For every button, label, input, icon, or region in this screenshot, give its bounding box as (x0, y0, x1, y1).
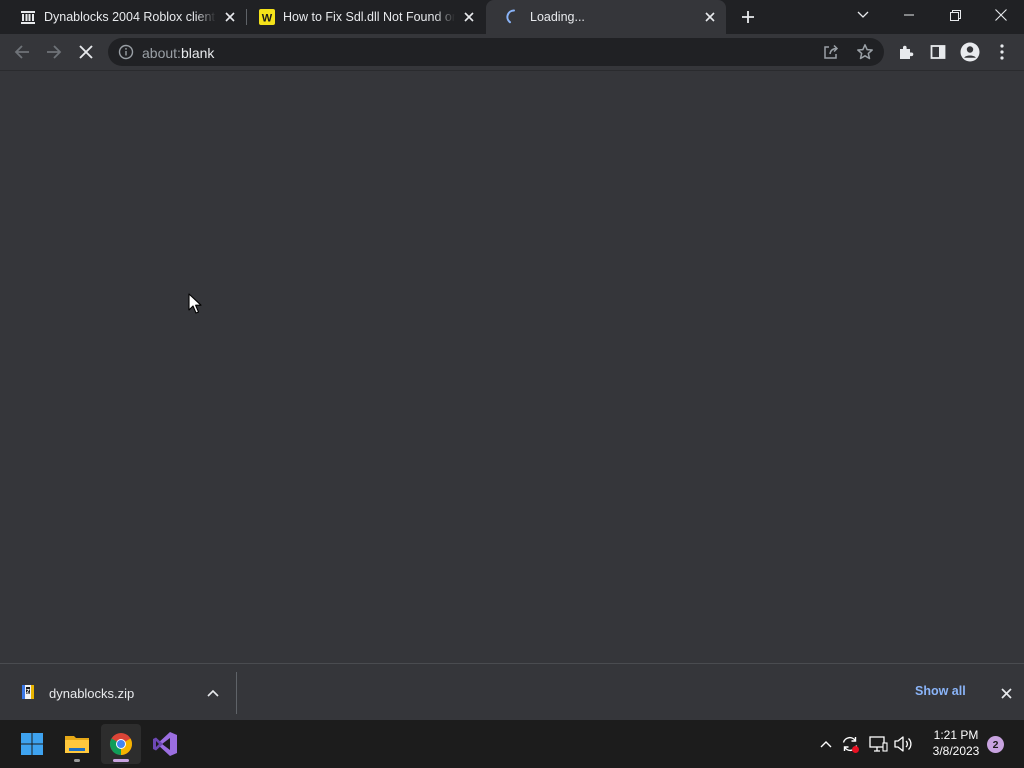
volume-tray-button[interactable] (893, 734, 913, 754)
address-bar[interactable]: about:blank (108, 38, 884, 66)
zip-file-icon: Z (20, 684, 36, 700)
file-explorer-app[interactable] (57, 724, 97, 764)
address-text[interactable]: about:blank (142, 45, 214, 61)
archive-org-icon (20, 9, 36, 25)
mouse-cursor-icon (188, 293, 202, 314)
file-explorer-icon (65, 736, 89, 753)
extensions-button[interactable] (892, 38, 920, 66)
show-hidden-icons-button[interactable] (816, 734, 836, 754)
restore-button[interactable] (932, 0, 978, 30)
download-item[interactable]: Z dynablocks.zip (0, 664, 236, 720)
side-panel-icon (930, 45, 946, 59)
restore-icon (949, 9, 961, 21)
share-icon[interactable] (822, 43, 840, 61)
sync-icon (842, 736, 859, 753)
back-button[interactable] (8, 38, 36, 66)
visual-studio-icon (153, 732, 177, 756)
menu-icon (1000, 44, 1004, 60)
minimize-button[interactable] (886, 0, 932, 30)
network-icon (869, 736, 888, 752)
tab-loading[interactable]: Loading... (486, 0, 726, 34)
volume-icon (894, 736, 912, 752)
taskbar: 1:21 PM 3/8/2023 (0, 720, 1024, 768)
close-icon (1000, 687, 1012, 699)
lifewire-icon: W (259, 9, 275, 25)
loading-spinner-icon (506, 9, 522, 25)
system-clock[interactable]: 1:21 PM 3/8/2023 (918, 727, 994, 759)
clock-time: 1:21 PM (933, 728, 979, 742)
svg-text:Z: Z (26, 689, 30, 695)
chrome-app[interactable] (101, 724, 141, 764)
stop-button[interactable] (72, 38, 100, 66)
forward-button[interactable] (40, 38, 68, 66)
close-tab-icon[interactable] (222, 9, 238, 25)
visual-studio-app[interactable] (145, 724, 185, 764)
close-tab-icon[interactable] (461, 9, 477, 25)
tab-title: How to Fix Sdl.dll Not Found or Missing … (283, 10, 455, 24)
stop-icon (79, 45, 93, 59)
chrome-icon (110, 733, 132, 755)
chevron-down-icon (857, 11, 869, 18)
svg-text:W: W (262, 13, 273, 25)
address-path: blank (180, 45, 215, 61)
close-shelf-button[interactable] (996, 683, 1016, 703)
tab-title: Loading... (530, 10, 585, 24)
screen: Dynablocks 2004 Roblox client : Free Dow… (0, 0, 1024, 768)
tab-dynablocks[interactable]: Dynablocks 2004 Roblox client : Free Dow… (0, 0, 246, 34)
windows-start-icon (21, 733, 43, 755)
tab-title: Dynablocks 2004 Roblox client : Free Dow… (44, 10, 216, 24)
tab-strip: Dynablocks 2004 Roblox client : Free Dow… (0, 0, 1024, 34)
plus-icon (742, 11, 754, 23)
tab-sdl-dll[interactable]: W How to Fix Sdl.dll Not Found or Missin… (239, 0, 485, 34)
download-shelf: Z dynablocks.zip Show all (0, 663, 1024, 720)
info-icon[interactable] (118, 44, 134, 60)
download-divider (236, 672, 237, 714)
tab-search-button[interactable] (840, 0, 886, 30)
notification-badge[interactable]: 2 (987, 736, 1004, 753)
start-button[interactable] (12, 724, 52, 764)
clock-date: 3/8/2023 (932, 744, 980, 758)
close-window-button[interactable] (978, 0, 1024, 30)
show-all-link[interactable]: Show all (915, 684, 966, 698)
star-icon[interactable] (856, 43, 874, 61)
close-icon (995, 9, 1007, 21)
network-tray-button[interactable] (868, 734, 888, 754)
profile-button[interactable] (956, 38, 984, 66)
menu-button[interactable] (988, 38, 1016, 66)
close-tab-icon[interactable] (702, 9, 718, 25)
side-panel-button[interactable] (924, 38, 952, 66)
back-icon (14, 45, 29, 59)
extensions-icon (900, 45, 914, 59)
chevron-up-icon (820, 741, 832, 748)
forward-icon (47, 45, 62, 59)
address-scheme: about: (142, 45, 181, 61)
new-tab-button[interactable] (736, 5, 760, 29)
app-indicator (74, 759, 80, 762)
app-indicator (113, 759, 129, 762)
chevron-up-icon[interactable] (204, 684, 222, 702)
page-content (0, 70, 1024, 663)
minimize-icon (904, 14, 914, 16)
profile-icon (960, 42, 980, 62)
download-filename: dynablocks.zip (49, 686, 135, 701)
sync-tray-button[interactable] (840, 734, 860, 754)
